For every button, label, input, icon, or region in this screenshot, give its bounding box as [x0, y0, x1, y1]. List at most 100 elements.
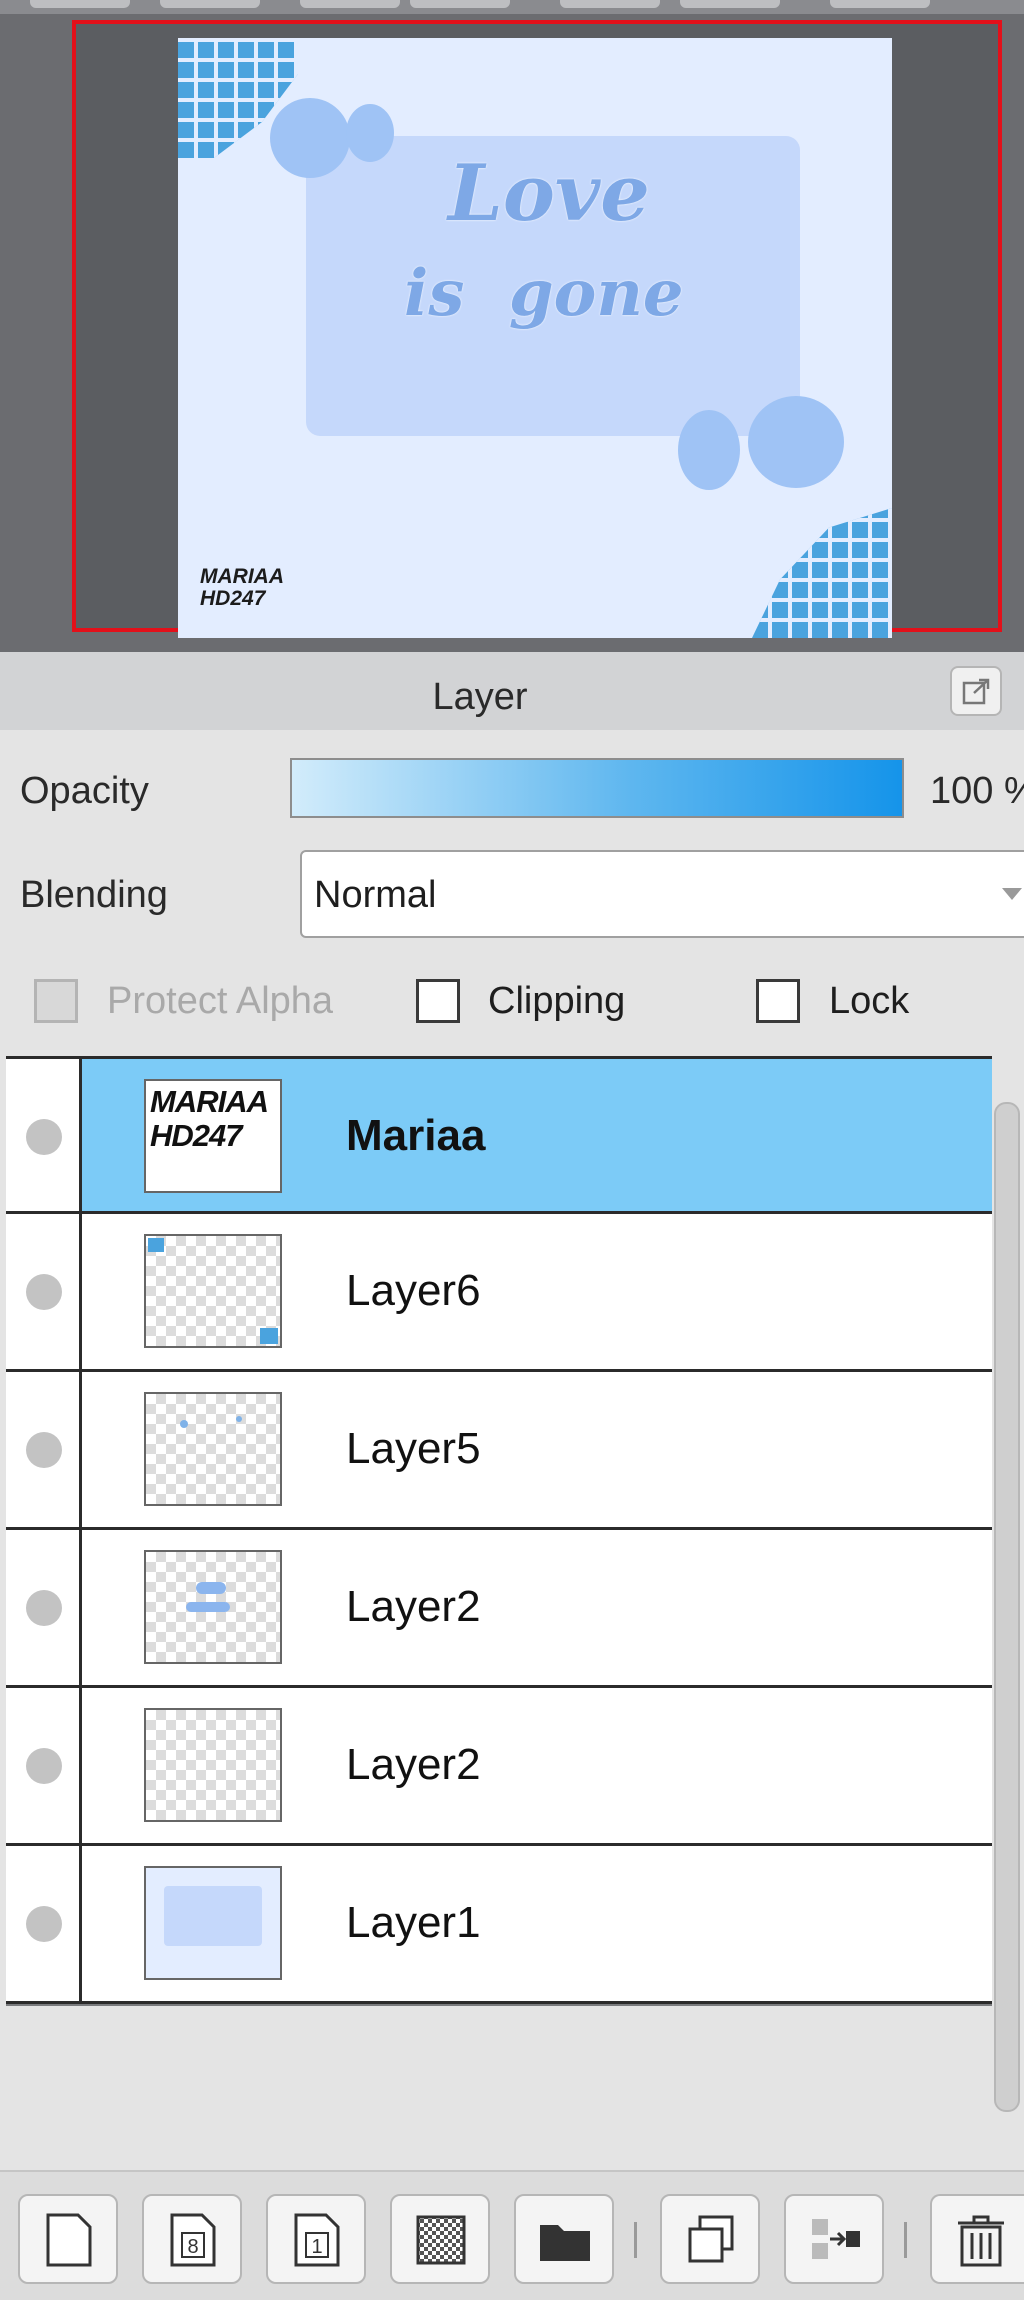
layer-thumbnail — [144, 1392, 282, 1506]
new-folder-icon — [540, 2225, 590, 2261]
merge-down-icon — [812, 2219, 860, 2259]
layer-list: MARIAA HD247 Mariaa Layer6 Layer5 Layer2… — [6, 1056, 992, 2006]
thumbnail-detail — [148, 1238, 164, 1252]
protect-alpha-checkbox[interactable] — [34, 979, 78, 1023]
clipping-checkbox[interactable] — [416, 979, 460, 1023]
new-8bit-layer-button[interactable]: 8 — [142, 2194, 242, 2284]
svg-text:1: 1 — [311, 2236, 322, 2258]
new-1bit-layer-button[interactable]: 1 — [266, 2194, 366, 2284]
thumbnail-detail — [196, 1582, 226, 1594]
protect-alpha-label: Protect Alpha — [107, 980, 334, 1022]
thumbnail-detail — [180, 1420, 188, 1428]
thumbnail-detail — [236, 1416, 242, 1422]
duplicate-layer-button[interactable] — [660, 2194, 760, 2284]
thumbnail-detail — [260, 1328, 278, 1344]
layer-panel-header: Layer — [0, 652, 1024, 730]
layer-panel: Layer Opacity 100 % Blending Normal Prot… — [0, 652, 1024, 2300]
layer-thumbnail-text: MARIAA HD247 — [150, 1084, 269, 1153]
layer-thumbnail: MARIAA HD247 — [144, 1079, 282, 1193]
visibility-dot-icon — [26, 1432, 62, 1468]
bubble-decoration — [346, 104, 394, 162]
canvas-preview[interactable]: Love is gone MARIAA HD247 — [178, 38, 892, 638]
blending-mode-value: Normal — [314, 874, 437, 916]
popout-button[interactable] — [950, 666, 1002, 716]
opacity-slider[interactable] — [290, 758, 904, 818]
artwork-signature: MARIAA HD247 — [200, 566, 284, 610]
toolbar-tab[interactable] — [300, 0, 400, 8]
svg-text:8: 8 — [187, 2236, 198, 2258]
layer-list-scrollbar[interactable] — [994, 1102, 1020, 2112]
lock-checkbox[interactable] — [756, 979, 800, 1023]
visibility-dot-icon — [26, 1590, 62, 1626]
bubble-decoration — [270, 98, 350, 178]
popout-icon — [962, 678, 990, 705]
clipping-label: Clipping — [488, 980, 626, 1022]
layer-row[interactable]: MARIAA HD247 Mariaa — [6, 1056, 992, 1214]
toolbar-separator — [904, 2222, 907, 2258]
toolbar-tab[interactable] — [560, 0, 660, 8]
layer-name[interactable]: Mariaa — [346, 1111, 485, 1161]
toolbar-separator — [634, 2222, 637, 2258]
panel-title: Layer — [432, 676, 528, 718]
layer-visibility-toggle[interactable] — [6, 1846, 82, 2001]
visibility-dot-icon — [26, 1119, 62, 1155]
layer-visibility-toggle[interactable] — [6, 1059, 82, 1211]
new-layer-button[interactable] — [18, 2194, 118, 2284]
layer-row[interactable]: Layer2 — [6, 1530, 992, 1688]
layer-visibility-toggle[interactable] — [6, 1214, 82, 1369]
layer-visibility-toggle[interactable] — [6, 1688, 82, 1843]
navigator-panel: Love is gone MARIAA HD247 — [0, 14, 1024, 666]
layer-name[interactable]: Layer1 — [346, 1898, 481, 1948]
toolbar-tab[interactable] — [680, 0, 780, 8]
layer-row[interactable]: Layer6 — [6, 1214, 992, 1372]
layer-visibility-toggle[interactable] — [6, 1372, 82, 1527]
new-folder-button[interactable] — [514, 2194, 614, 2284]
blending-mode-select[interactable]: Normal — [300, 850, 1024, 938]
opacity-value: 100 % — [930, 770, 1024, 812]
new-halftone-layer-button[interactable] — [390, 2194, 490, 2284]
top-toolbar-strip — [0, 0, 1024, 14]
layer-visibility-toggle[interactable] — [6, 1530, 82, 1685]
merge-down-button[interactable] — [784, 2194, 884, 2284]
thumbnail-text-line: HD247 — [150, 1118, 243, 1153]
artwork-title-line1: Love — [448, 148, 650, 239]
artwork-title-line2: is gone — [404, 256, 684, 331]
signature-line: HD247 — [200, 587, 266, 610]
delete-layer-button[interactable] — [930, 2194, 1024, 2284]
signature-line: MARIAA — [200, 565, 284, 588]
thumbnail-detail — [186, 1602, 230, 1612]
chevron-down-icon — [1002, 888, 1022, 900]
layer-row[interactable]: Layer1 — [6, 1846, 992, 2004]
layer-name[interactable]: Layer5 — [346, 1424, 481, 1474]
new-1bit-layer-icon: 1 — [294, 2213, 340, 2267]
layer-thumbnail — [144, 1708, 282, 1822]
visibility-dot-icon — [26, 1748, 62, 1784]
thumbnail-detail — [164, 1886, 262, 1946]
opacity-label: Opacity — [20, 770, 149, 812]
layer-name[interactable]: Layer2 — [346, 1740, 481, 1790]
layer-row[interactable]: Layer5 — [6, 1372, 992, 1530]
new-halftone-layer-icon — [416, 2215, 466, 2265]
new-layer-icon — [46, 2213, 92, 2267]
toolbar-tab[interactable] — [410, 0, 510, 8]
thumbnail-text-line: MARIAA — [150, 1084, 269, 1119]
grid-decoration — [752, 508, 892, 638]
visibility-dot-icon — [26, 1906, 62, 1942]
bubble-decoration — [678, 410, 740, 490]
visibility-dot-icon — [26, 1274, 62, 1310]
bubble-decoration — [748, 396, 844, 488]
layer-name[interactable]: Layer6 — [346, 1266, 481, 1316]
lock-label: Lock — [829, 980, 910, 1022]
duplicate-layer-icon — [688, 2215, 734, 2263]
layer-name[interactable]: Layer2 — [346, 1582, 481, 1632]
toolbar-tab[interactable] — [30, 0, 130, 8]
layer-row[interactable]: Layer2 — [6, 1688, 992, 1846]
delete-layer-icon — [958, 2215, 1004, 2267]
layer-toolbar: 8 1 — [0, 2170, 1024, 2300]
layer-thumbnail — [144, 1866, 282, 1980]
toolbar-tab[interactable] — [830, 0, 930, 8]
toolbar-tab[interactable] — [160, 0, 260, 8]
blending-label: Blending — [20, 874, 168, 916]
layer-thumbnail — [144, 1550, 282, 1664]
new-8bit-layer-icon: 8 — [170, 2213, 216, 2267]
